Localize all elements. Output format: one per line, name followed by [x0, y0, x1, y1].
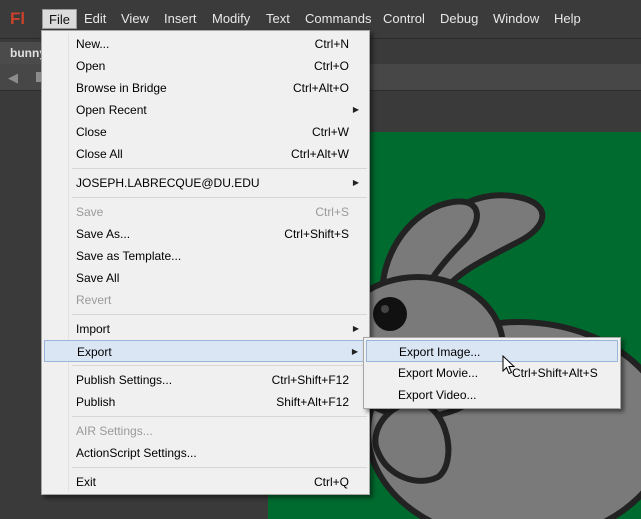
menu-item-shortcut: Ctrl+S: [315, 205, 349, 219]
menu-item-label: Save: [76, 205, 104, 219]
menu-item-actionscript-settings[interactable]: ActionScript Settings...: [44, 442, 367, 464]
menu-item-shortcut: Ctrl+W: [312, 125, 349, 139]
menu-item-publish[interactable]: Publish Shift+Alt+F12: [44, 391, 367, 413]
menu-item-label: Publish Settings...: [76, 373, 173, 387]
menu-item-label: AIR Settings...: [76, 424, 153, 438]
menu-item-close-all[interactable]: Close All Ctrl+Alt+W: [44, 143, 367, 165]
menu-item-shortcut: Ctrl+Alt+O: [292, 81, 349, 95]
menu-separator: [72, 467, 367, 468]
menu-item-browse-in-bridge[interactable]: Browse in Bridge Ctrl+Alt+O: [44, 77, 367, 99]
submenu-arrow-icon: ▶: [352, 105, 359, 114]
file-menu: New... Ctrl+N Open Ctrl+O Browse in Brid…: [41, 30, 370, 495]
menu-separator: [72, 197, 367, 198]
menu-item-shortcut: Ctrl+Shift+Alt+S: [512, 366, 598, 380]
menu-separator: [72, 416, 367, 417]
menu-item-label: Open: [76, 59, 106, 73]
menu-item-label: Revert: [76, 293, 112, 307]
menu-item-save-as-template[interactable]: Save as Template...: [44, 245, 367, 267]
menu-text[interactable]: Text: [260, 9, 296, 29]
menu-debug[interactable]: Debug: [434, 9, 484, 29]
menu-edit[interactable]: Edit: [78, 9, 112, 29]
menu-item-open-recent[interactable]: Open Recent ▶: [44, 99, 367, 121]
menu-item-save-as[interactable]: Save As... Ctrl+Shift+S: [44, 223, 367, 245]
submenu-arrow-icon: ▶: [351, 347, 358, 356]
menu-item-publish-settings[interactable]: Publish Settings... Ctrl+Shift+F12: [44, 369, 367, 391]
menu-item-label: Exit: [76, 475, 97, 489]
menu-item-save: Save Ctrl+S: [44, 201, 367, 223]
menu-item-label: ActionScript Settings...: [76, 446, 197, 460]
menu-item-label: Export Movie...: [398, 366, 479, 380]
menu-item-label: New...: [76, 37, 110, 51]
menu-item-new[interactable]: New... Ctrl+N: [44, 33, 367, 55]
submenu-arrow-icon: ▶: [352, 324, 359, 333]
menu-help[interactable]: Help: [548, 9, 587, 29]
menu-item-label: Export Image...: [399, 345, 481, 359]
mouse-cursor-icon: [502, 355, 516, 375]
menu-item-close[interactable]: Close Ctrl+W: [44, 121, 367, 143]
menu-item-label: Close All: [76, 147, 123, 161]
flash-logo-icon: Fl: [10, 9, 26, 28]
menu-item-account[interactable]: JOSEPH.LABRECQUE@DU.EDU ▶: [44, 172, 367, 194]
menu-item-label: Export: [77, 345, 112, 359]
submenu-arrow-icon: ▶: [352, 178, 359, 187]
menu-item-label: Browse in Bridge: [76, 81, 167, 95]
menu-item-label: Export Video...: [398, 388, 477, 402]
menu-item-export-movie[interactable]: Export Movie... Ctrl+Shift+Alt+S: [366, 362, 618, 384]
menu-item-export[interactable]: Export ▶: [44, 340, 367, 362]
menu-item-shortcut: Ctrl+Q: [313, 475, 349, 489]
menu-item-shortcut: Ctrl+Shift+S: [284, 227, 349, 241]
menu-item-label: Save As...: [76, 227, 131, 241]
menu-item-save-all[interactable]: Save All: [44, 267, 367, 289]
menu-separator: [72, 168, 367, 169]
menu-item-export-video[interactable]: Export Video...: [366, 384, 618, 406]
menu-item-air-settings: AIR Settings...: [44, 420, 367, 442]
menu-item-label: Publish: [76, 395, 116, 409]
menu-item-revert: Revert: [44, 289, 367, 311]
menu-item-shortcut: Ctrl+Shift+F12: [271, 373, 349, 387]
menu-item-shortcut: Ctrl+N: [314, 37, 349, 51]
menu-insert[interactable]: Insert: [158, 9, 203, 29]
menu-separator: [72, 365, 367, 366]
menu-file[interactable]: File: [42, 9, 77, 29]
menu-item-label: Save as Template...: [76, 249, 182, 263]
menu-item-shortcut: Ctrl+O: [313, 59, 349, 73]
menu-window[interactable]: Window: [487, 9, 545, 29]
menu-item-label: Open Recent: [76, 103, 147, 117]
menu-modify[interactable]: Modify: [206, 9, 256, 29]
menu-item-exit[interactable]: Exit Ctrl+Q: [44, 471, 367, 493]
back-arrow-icon[interactable]: ◀: [8, 70, 18, 86]
menu-item-export-image[interactable]: Export Image...: [366, 340, 618, 362]
menu-item-label: Close: [76, 125, 107, 139]
menu-item-open[interactable]: Open Ctrl+O: [44, 55, 367, 77]
menu-item-label: Save All: [76, 271, 120, 285]
menu-item-label: Import: [76, 322, 111, 336]
menu-item-label: JOSEPH.LABRECQUE@DU.EDU: [76, 176, 260, 190]
menu-item-shortcut: Ctrl+Alt+W: [290, 147, 349, 161]
menu-item-shortcut: Shift+Alt+F12: [276, 395, 349, 409]
menu-view[interactable]: View: [115, 9, 155, 29]
menu-separator: [72, 314, 367, 315]
menu-control[interactable]: Control: [377, 9, 431, 29]
menu-commands[interactable]: Commands: [299, 9, 377, 29]
export-submenu: Export Image... Export Movie... Ctrl+Shi…: [363, 337, 621, 409]
menu-item-import[interactable]: Import ▶: [44, 318, 367, 340]
